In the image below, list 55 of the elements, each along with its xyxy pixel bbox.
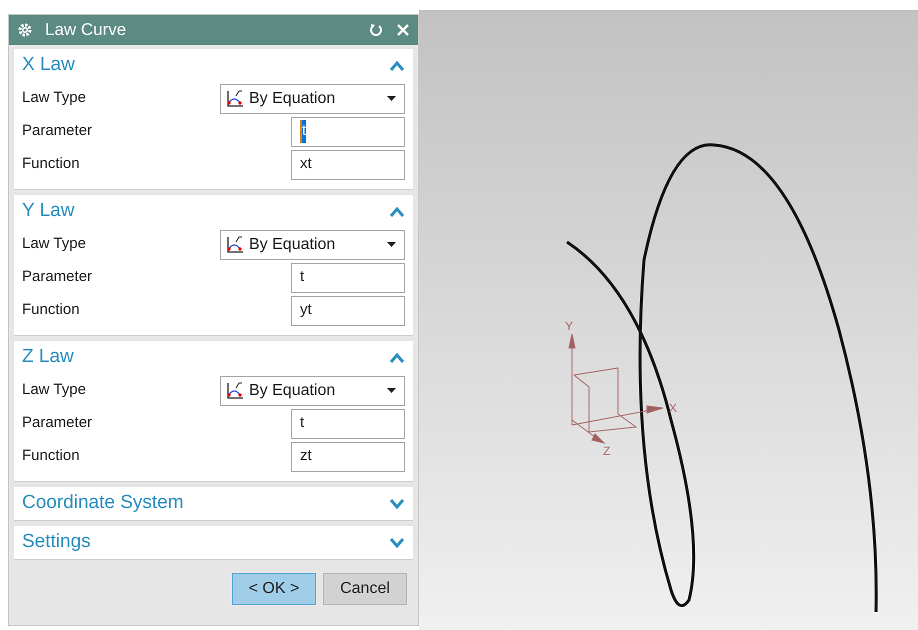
cancel-button[interactable]: Cancel (323, 573, 407, 605)
law-type-dropdown[interactable]: By Equation (220, 376, 405, 406)
expand-icon[interactable] (389, 498, 405, 510)
section-header[interactable]: X Law (14, 49, 413, 82)
section-title: Z Law (22, 345, 74, 370)
field-value: t (300, 413, 304, 434)
gear-icon (17, 22, 33, 38)
close-icon[interactable] (396, 23, 410, 37)
text-field[interactable]: zt (291, 442, 405, 472)
expand-icon[interactable] (389, 536, 405, 548)
law-type-dropdown[interactable]: By Equation (220, 230, 405, 260)
section-title: Coordinate System (22, 491, 184, 516)
section-title: Settings (22, 530, 91, 554)
text-field[interactable]: yt (291, 296, 405, 326)
field-label: Law Type (22, 234, 86, 254)
collapse-icon[interactable] (389, 60, 405, 72)
section-header[interactable]: Y Law (14, 195, 413, 228)
section-title: X Law (22, 53, 75, 78)
coordinate-axes-drawing: Y X Z (565, 319, 678, 458)
law-graph-icon (225, 90, 245, 108)
collapse-icon[interactable] (389, 352, 405, 364)
text-field[interactable]: t (291, 116, 405, 146)
field-label: Parameter (22, 267, 92, 288)
law-type-dropdown[interactable]: By Equation (220, 84, 405, 114)
field-value: t (300, 120, 306, 143)
dropdown-caret-icon (387, 242, 396, 247)
field-label: Function (22, 154, 80, 174)
window-title: Law Curve (45, 19, 128, 42)
law-graph-icon (225, 236, 245, 254)
dropdown-value: By Equation (249, 234, 336, 254)
field-value: yt (300, 300, 312, 320)
dropdown-caret-icon (387, 388, 396, 393)
section-header[interactable]: Settings (14, 526, 413, 559)
text-field[interactable]: xt (291, 150, 405, 180)
collapse-icon[interactable] (389, 206, 405, 218)
dropdown-caret-icon (387, 96, 396, 101)
field-label: Function (22, 446, 80, 466)
field-label: Law Type (22, 380, 86, 400)
dropdown-value: By Equation (249, 380, 336, 400)
reset-icon[interactable] (368, 22, 384, 38)
section-header[interactable]: Z Law (14, 341, 413, 374)
law-graph-icon (225, 382, 245, 400)
ok-button[interactable]: < OK > (232, 573, 316, 605)
field-label: Parameter (22, 413, 92, 434)
text-field[interactable]: t (291, 408, 405, 438)
field-label: Law Type (22, 88, 86, 108)
dropdown-value: By Equation (249, 88, 336, 108)
text-field[interactable]: t (291, 262, 405, 292)
section-title: Y Law (22, 199, 74, 224)
field-value: t (300, 267, 304, 288)
field-label: Parameter (22, 121, 92, 142)
field-value: zt (300, 446, 312, 466)
field-value: xt (300, 154, 312, 174)
section-header[interactable]: Coordinate System (14, 487, 413, 520)
field-label: Function (22, 300, 80, 320)
